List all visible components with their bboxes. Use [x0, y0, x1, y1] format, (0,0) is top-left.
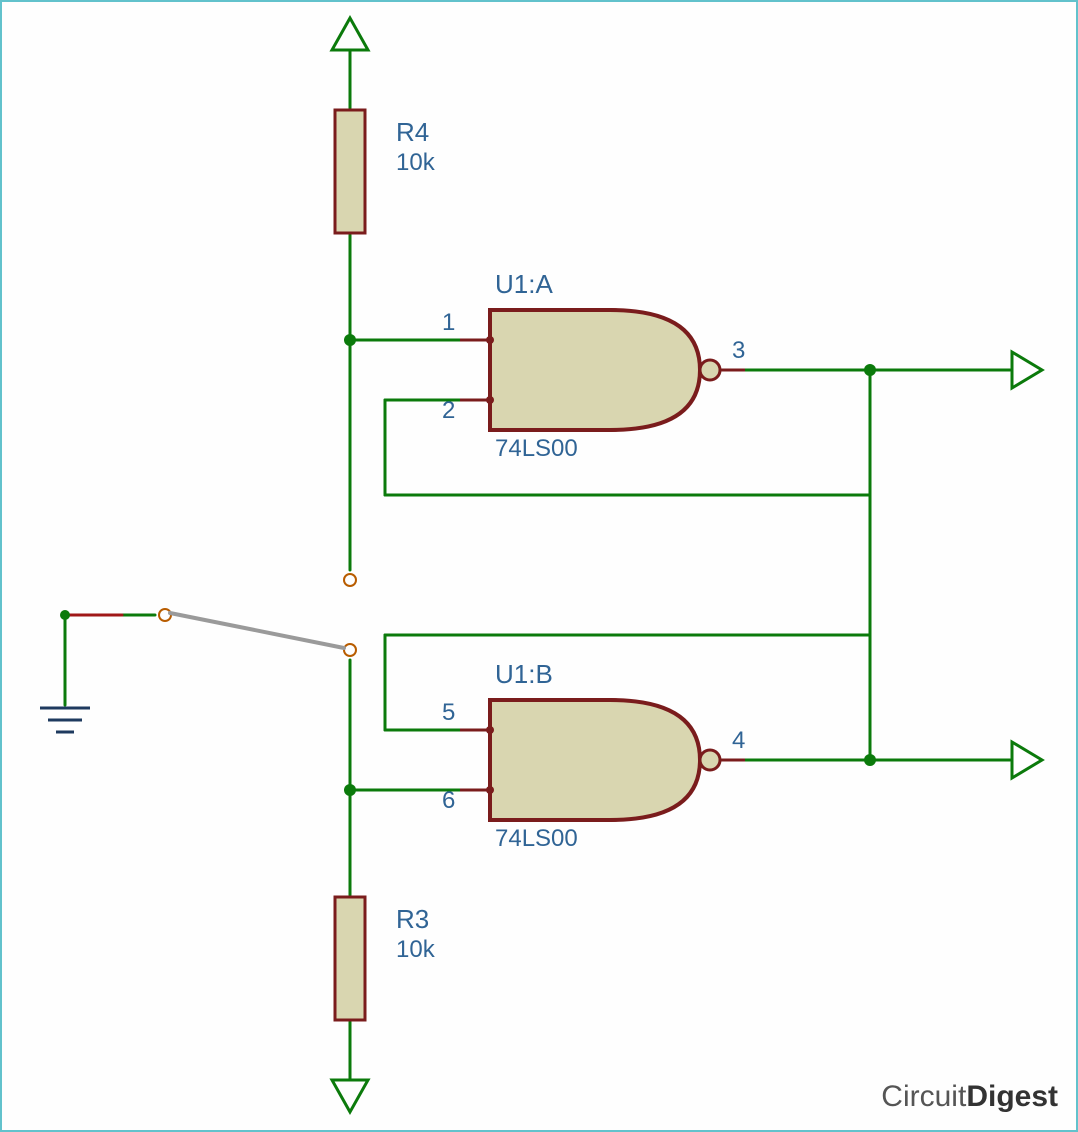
- brand-right: Digest: [966, 1080, 1058, 1113]
- gate-a-ref: U1:A: [495, 270, 553, 299]
- gate-b-part: 74LS00: [495, 826, 578, 852]
- resistor-r4: [335, 110, 365, 233]
- r3-value: 10k: [396, 937, 435, 963]
- gate-b-pin-out: 4: [732, 728, 745, 754]
- brand-watermark: CircuitDigest: [881, 1080, 1058, 1114]
- frame-rect: [1, 1, 1077, 1131]
- resistor-r3: [335, 897, 365, 1020]
- r3-ref: R3: [396, 905, 429, 934]
- gate-b-pin6: 6: [442, 788, 455, 814]
- r4-value: 10k: [396, 150, 435, 176]
- gate-a-pin-out: 3: [732, 338, 745, 364]
- gate-b-pin5: 5: [442, 700, 455, 726]
- schematic-svg: [0, 0, 1078, 1132]
- brand-left: Circuit: [881, 1080, 966, 1113]
- r4-ref: R4: [396, 118, 429, 147]
- gate-a-pin1: 1: [442, 310, 455, 336]
- gate-b-ref: U1:B: [495, 660, 553, 689]
- gate-a-pin2: 2: [442, 398, 455, 424]
- schematic-canvas: R4 10k R3 10k U1:A 74LS00 1 2 3 U1:B 74L…: [0, 0, 1078, 1132]
- gate-a-part: 74LS00: [495, 436, 578, 462]
